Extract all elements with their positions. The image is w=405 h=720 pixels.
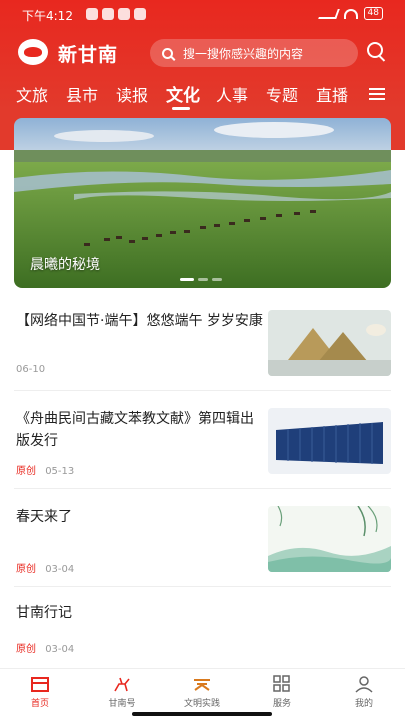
news-title: 甘南行记 (16, 605, 72, 621)
status-time: 下午4:12 (22, 9, 73, 23)
original-badge: 原创 (16, 466, 36, 477)
search-button[interactable] (367, 42, 387, 62)
tab-zhuanti[interactable]: 专题 (266, 82, 298, 106)
battery-icon: 48 (363, 7, 383, 20)
tab-zhibo[interactable]: 直播 (316, 82, 348, 106)
header-top-row: 新甘南 搜一搜你感兴趣的内容 (0, 36, 405, 70)
home-indicator[interactable] (132, 712, 272, 716)
nav-civilization[interactable]: 文明实践 (172, 675, 232, 709)
civilization-icon (194, 679, 210, 691)
carousel-dot (180, 278, 194, 281)
carousel-indicator (180, 278, 222, 281)
signal-icon (317, 8, 340, 19)
nav-home[interactable]: 首页 (10, 675, 70, 709)
banner-carousel[interactable]: 晨曦的秘境 (14, 118, 391, 288)
news-meta: 原创 03-04 (16, 640, 74, 655)
app-logo-text: 新甘南 (58, 44, 119, 66)
news-title: 《舟曲民间古藏文苯教文献》第四辑出版发行 (16, 411, 254, 449)
list-item[interactable]: 《舟曲民间古藏文苯教文献》第四辑出版发行 原创 05-13 (14, 408, 391, 477)
deer-icon (114, 677, 130, 692)
news-title: 【网络中国节·端午】悠悠端午 岁岁安康 (16, 313, 263, 329)
notification-app-icon (86, 8, 98, 20)
app-logo-icon (18, 39, 48, 65)
tab-renshi[interactable]: 人事 (216, 82, 248, 106)
original-badge: 原创 (16, 564, 36, 575)
notification-icons (86, 8, 146, 20)
tab-wenlv[interactable]: 文旅 (16, 82, 48, 106)
notification-app-icon (134, 8, 146, 20)
news-date: 03-04 (45, 644, 75, 655)
notification-app-icon (102, 8, 114, 20)
system-indicators: 48 (317, 7, 383, 20)
banner-caption: 晨曦的秘境 (30, 257, 100, 273)
tab-dubao[interactable]: 读报 (116, 82, 148, 106)
list-item[interactable]: 【网络中国节·端午】悠悠端午 岁岁安康 06-10 (14, 310, 391, 376)
carousel-dot (212, 278, 222, 281)
user-icon (355, 676, 373, 693)
app-header: 下午4:12 48 新甘南 搜一搜你感兴趣的内容 文旅 县市 读报 文化 人事 (0, 0, 405, 110)
tab-xianshi[interactable]: 县市 (66, 82, 98, 106)
news-title: 春天来了 (16, 509, 72, 525)
search-placeholder: 搜一搜你感兴趣的内容 (183, 46, 304, 61)
wifi-icon (343, 8, 358, 19)
list-item[interactable]: 甘南行记 原创 03-04 (14, 602, 391, 655)
nav-label: 服务 (272, 699, 291, 709)
news-date: 05-13 (45, 466, 75, 477)
status-bar: 下午4:12 48 (0, 0, 405, 30)
notification-app-icon (118, 8, 130, 20)
nav-label: 我的 (354, 699, 373, 709)
news-date: 06-10 (16, 364, 46, 375)
news-meta: 06-10 (16, 364, 45, 375)
list-item[interactable]: 春天来了 原创 03-04 (14, 506, 391, 575)
original-badge: 原创 (16, 644, 36, 655)
news-thumbnail (268, 506, 391, 572)
menu-icon[interactable] (369, 88, 385, 100)
channel-tabs: 文旅 县市 读报 文化 人事 专题 直播 (0, 80, 405, 110)
news-meta: 原创 03-04 (16, 560, 74, 575)
nav-profile[interactable]: 我的 (334, 675, 394, 709)
nav-label: 首页 (30, 699, 49, 709)
home-icon (31, 677, 49, 692)
nav-label: 文明实践 (183, 699, 220, 709)
news-date: 03-04 (45, 564, 75, 575)
news-meta: 原创 05-13 (16, 462, 74, 477)
nav-label: 甘南号 (108, 699, 136, 709)
nav-gannanhao[interactable]: 甘南号 (92, 675, 152, 709)
nav-service[interactable]: 服务 (252, 675, 312, 709)
search-input[interactable]: 搜一搜你感兴趣的内容 (150, 39, 358, 67)
news-thumbnail (268, 408, 391, 474)
news-thumbnail (268, 310, 391, 376)
search-icon (162, 47, 173, 59)
carousel-dot (198, 278, 208, 281)
grid-icon (273, 675, 290, 692)
tab-wenhua[interactable]: 文化 (166, 81, 200, 106)
